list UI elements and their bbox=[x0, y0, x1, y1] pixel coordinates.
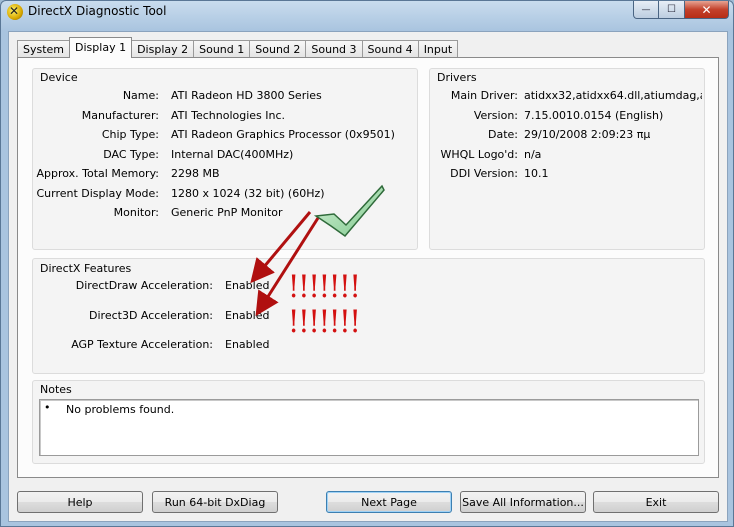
directdraw-value: Enabled bbox=[225, 279, 270, 292]
directx-features-group: DirectX Features DirectDraw Acceleration… bbox=[32, 258, 705, 374]
driver-whql-label: WHQL Logo'd: bbox=[440, 148, 518, 161]
maximize-button[interactable]: ☐ bbox=[659, 1, 685, 19]
driver-ddi-label: DDI Version: bbox=[450, 167, 518, 180]
device-chip-type-value: ATI Radeon Graphics Processor (0x9501) bbox=[171, 128, 395, 141]
device-group: Device Name: ATI Radeon HD 3800 Series M… bbox=[32, 68, 418, 250]
driver-date-value: 29/10/2008 2:09:23 πμ bbox=[524, 128, 651, 141]
close-icon: ✕ bbox=[701, 2, 712, 17]
device-group-title: Device bbox=[40, 71, 78, 84]
tab-sound-1[interactable]: Sound 1 bbox=[193, 40, 250, 58]
display-tab-panel: Device Name: ATI Radeon HD 3800 Series M… bbox=[17, 57, 719, 478]
notes-bullet: • bbox=[44, 401, 51, 414]
driver-version-label: Version: bbox=[473, 109, 518, 122]
driver-date-label: Date: bbox=[488, 128, 518, 141]
help-button[interactable]: Help bbox=[17, 491, 143, 513]
directx-app-icon bbox=[7, 4, 23, 20]
device-dac-type-label: DAC Type: bbox=[103, 148, 159, 161]
minimize-icon: — bbox=[641, 4, 651, 15]
direct3d-label: Direct3D Acceleration: bbox=[89, 309, 213, 322]
device-display-mode-label: Current Display Mode: bbox=[36, 187, 159, 200]
driver-main-value: atidxx32,atidxx64.dll,atiumdag,atium bbox=[524, 89, 702, 102]
tab-sound-2[interactable]: Sound 2 bbox=[249, 40, 306, 58]
device-dac-type-value: Internal DAC(400MHz) bbox=[171, 148, 294, 161]
notes-group-title: Notes bbox=[40, 383, 72, 396]
tab-system[interactable]: System bbox=[17, 40, 70, 58]
exit-button[interactable]: Exit bbox=[593, 491, 719, 513]
title-bar[interactable]: DirectX Diagnostic Tool — ☐ ✕ bbox=[1, 1, 733, 23]
driver-version-value: 7.15.0010.0154 (English) bbox=[524, 109, 664, 122]
device-memory-label: Approx. Total Memory: bbox=[36, 167, 160, 180]
tab-strip: System Display 1 Display 2 Sound 1 Sound… bbox=[17, 37, 459, 58]
tab-sound-4[interactable]: Sound 4 bbox=[361, 40, 418, 58]
tab-sound-3[interactable]: Sound 3 bbox=[305, 40, 362, 58]
drivers-group: Drivers Main Driver: atidxx32,atidxx64.d… bbox=[429, 68, 705, 250]
close-button[interactable]: ✕ bbox=[685, 1, 729, 19]
save-all-information-button[interactable]: Save All Information... bbox=[460, 491, 586, 513]
directdraw-label: DirectDraw Acceleration: bbox=[75, 279, 213, 292]
features-group-title: DirectX Features bbox=[40, 262, 132, 275]
notes-textbox[interactable]: • No problems found. bbox=[39, 399, 699, 456]
direct3d-value: Enabled bbox=[225, 309, 270, 322]
device-display-mode-value: 1280 x 1024 (32 bit) (60Hz) bbox=[171, 187, 325, 200]
device-monitor-value: Generic PnP Monitor bbox=[171, 206, 283, 219]
maximize-icon: ☐ bbox=[667, 4, 676, 15]
device-chip-type-label: Chip Type: bbox=[101, 128, 159, 141]
device-manufacturer-value: ATI Technologies Inc. bbox=[171, 109, 286, 122]
device-memory-value: 2298 MB bbox=[171, 167, 220, 180]
client-area: System Display 1 Display 2 Sound 1 Sound… bbox=[8, 31, 728, 522]
drivers-group-title: Drivers bbox=[437, 71, 477, 84]
driver-whql-value: n/a bbox=[524, 148, 542, 161]
agp-texture-label: AGP Texture Acceleration: bbox=[71, 338, 213, 351]
notes-text: No problems found. bbox=[66, 403, 175, 416]
tab-display-2[interactable]: Display 2 bbox=[132, 40, 194, 58]
minimize-button[interactable]: — bbox=[633, 1, 659, 19]
device-monitor-label: Monitor: bbox=[113, 206, 159, 219]
device-name-label: Name: bbox=[122, 89, 159, 102]
exclamation-marks-1: !!!!!!! bbox=[288, 268, 361, 305]
driver-ddi-value: 10.1 bbox=[524, 167, 549, 180]
run-64bit-dxdiag-button[interactable]: Run 64-bit DxDiag bbox=[152, 491, 278, 513]
exclamation-marks-2: !!!!!!! bbox=[288, 303, 361, 340]
notes-group: Notes • No problems found. bbox=[32, 380, 705, 464]
driver-main-label: Main Driver: bbox=[450, 89, 518, 102]
device-manufacturer-label: Manufacturer: bbox=[81, 109, 159, 122]
tab-input[interactable]: Input bbox=[417, 40, 459, 58]
caption-buttons: — ☐ ✕ bbox=[633, 1, 729, 19]
dxdiag-window: DirectX Diagnostic Tool — ☐ ✕ System Dis… bbox=[0, 0, 734, 527]
tab-display-1[interactable]: Display 1 bbox=[69, 37, 133, 58]
next-page-button[interactable]: Next Page bbox=[326, 491, 452, 513]
window-title: DirectX Diagnostic Tool bbox=[28, 4, 167, 18]
agp-texture-value: Enabled bbox=[225, 338, 270, 351]
device-name-value: ATI Radeon HD 3800 Series bbox=[171, 89, 322, 102]
